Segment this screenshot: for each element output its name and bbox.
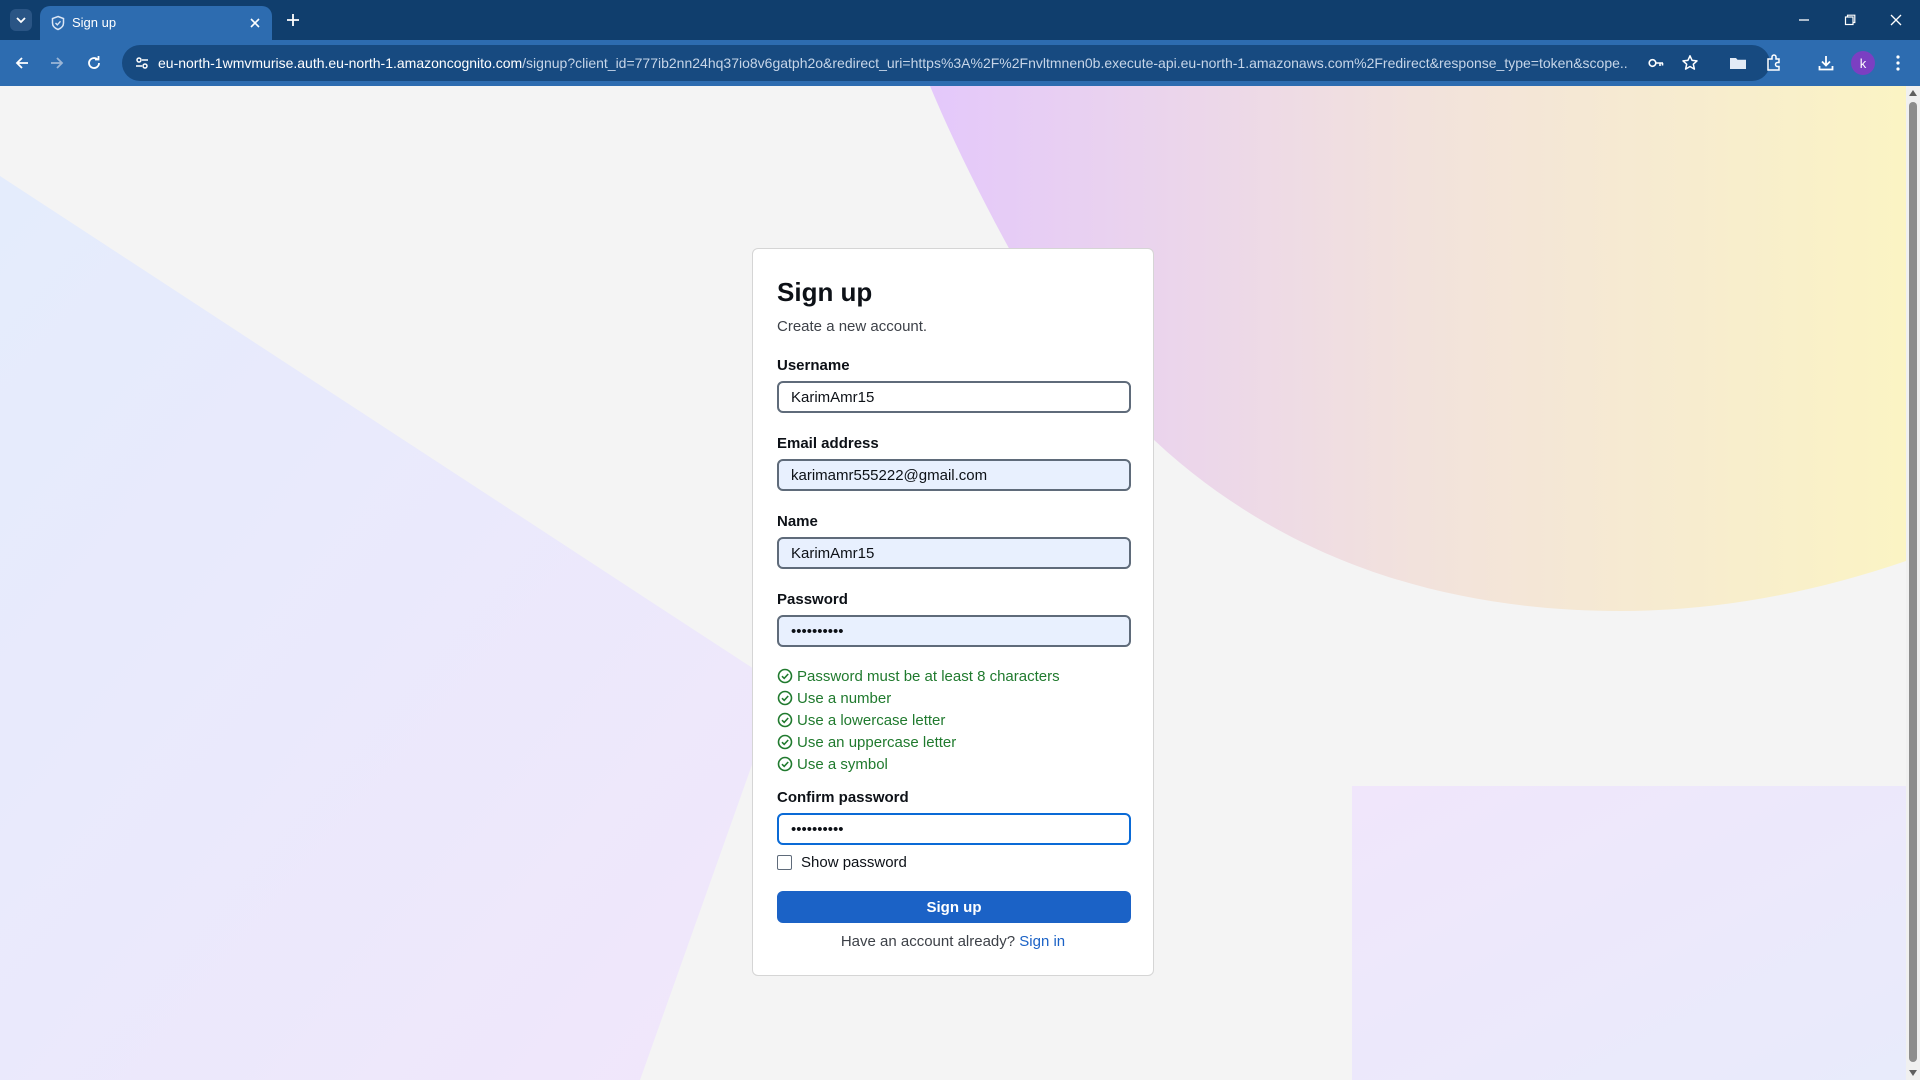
check-circle-icon (777, 668, 793, 684)
requirement-item: Password must be at least 8 characters (777, 665, 1129, 687)
page-subtitle: Create a new account. (777, 318, 928, 335)
show-password-checkbox[interactable] (777, 855, 792, 870)
scroll-thumb[interactable] (1909, 102, 1917, 1062)
url-text[interactable]: eu-north-1wmvmurise.auth.eu-north-1.amaz… (158, 55, 1628, 71)
shield-icon (50, 15, 66, 31)
email-label: Email address (777, 435, 879, 452)
tab-search-chevron-icon[interactable] (10, 9, 32, 31)
address-bar[interactable]: eu-north-1wmvmurise.auth.eu-north-1.amaz… (122, 45, 1770, 81)
close-window-icon[interactable] (1884, 8, 1908, 32)
page-scrollbar[interactable] (1906, 86, 1920, 1080)
minimize-icon[interactable] (1792, 8, 1816, 32)
password-label: Password (777, 591, 848, 608)
reload-icon[interactable] (82, 51, 106, 75)
active-tab[interactable]: Sign up (40, 6, 272, 40)
email-input[interactable] (777, 459, 1131, 491)
username-input[interactable] (777, 381, 1131, 413)
password-field-group: Password (777, 591, 1131, 647)
signin-prompt-text: Have an account already? (840, 933, 1016, 950)
requirement-item: Use an uppercase letter (777, 731, 1129, 753)
close-icon[interactable] (246, 14, 264, 32)
requirement-item: Use a number (777, 687, 1129, 709)
check-circle-icon (777, 712, 793, 728)
browser-toolbar: eu-north-1wmvmurise.auth.eu-north-1.amaz… (0, 40, 1920, 86)
show-password-toggle[interactable]: Show password (777, 854, 1129, 871)
confirm-password-input[interactable] (777, 813, 1131, 845)
requirement-item: Use a symbol (777, 753, 1129, 775)
requirement-text: Use a number (797, 689, 892, 707)
signup-card: Sign up Create a new account. Username E… (752, 248, 1154, 976)
name-field-group: Name (777, 513, 1131, 569)
password-requirements: Password must be at least 8 characters U… (777, 665, 1129, 775)
new-tab-icon[interactable] (282, 9, 304, 31)
back-arrow-icon[interactable] (10, 51, 34, 75)
requirement-text: Password must be at least 8 characters (797, 667, 1060, 685)
check-circle-icon (777, 756, 793, 772)
download-icon[interactable] (1814, 51, 1838, 75)
scroll-up-arrow-icon[interactable] (1909, 90, 1917, 96)
page-viewport: Sign up Create a new account. Username E… (0, 86, 1906, 1080)
sign-in-link[interactable]: Sign in (1019, 933, 1065, 950)
password-input[interactable] (777, 615, 1131, 647)
requirement-text: Use an uppercase letter (797, 733, 957, 751)
tab-strip: Sign up (0, 0, 1920, 40)
bookmark-star-icon[interactable] (1678, 51, 1702, 75)
username-field-group: Username (777, 357, 1131, 413)
sign-up-button[interactable]: Sign up (777, 891, 1131, 923)
extensions-icon[interactable] (1762, 51, 1786, 75)
password-key-icon[interactable] (1644, 51, 1668, 75)
page-title: Sign up (777, 277, 873, 307)
url-host: eu-north-1wmvmurise.auth.eu-north-1.amaz… (158, 55, 523, 71)
show-password-label: Show password (801, 854, 907, 871)
url-path: /signup?client_id=777ib2nn24hq37io8v6gat… (522, 55, 1628, 71)
check-circle-icon (777, 690, 793, 706)
check-circle-icon (777, 734, 793, 750)
requirement-text: Use a lowercase letter (797, 711, 946, 729)
confirm-password-field-group: Confirm password (777, 789, 1131, 845)
username-label: Username (777, 357, 850, 374)
profile-avatar[interactable]: k (1851, 51, 1875, 75)
confirm-password-label: Confirm password (777, 789, 909, 806)
requirement-text: Use a symbol (797, 755, 888, 773)
tab-title: Sign up (72, 15, 117, 30)
restore-icon[interactable] (1838, 8, 1862, 32)
scroll-down-arrow-icon[interactable] (1909, 1070, 1917, 1076)
name-input[interactable] (777, 537, 1131, 569)
email-field-group: Email address (777, 435, 1131, 491)
more-menu-icon[interactable] (1886, 51, 1910, 75)
requirement-item: Use a lowercase letter (777, 709, 1129, 731)
site-info-icon[interactable] (130, 51, 154, 75)
folder-icon[interactable] (1726, 51, 1750, 75)
signin-prompt-row: Have an account already? Sign in (777, 933, 1129, 950)
forward-arrow-icon[interactable] (45, 51, 69, 75)
name-label: Name (777, 513, 818, 530)
